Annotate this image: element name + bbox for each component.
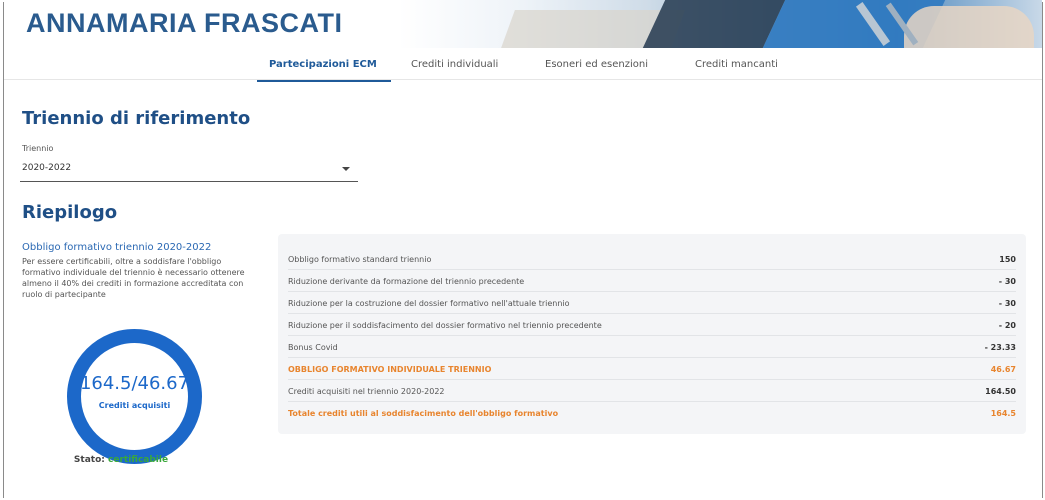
banner-decoration <box>642 0 786 48</box>
summary-row-label: Riduzione per la costruzione del dossier… <box>288 299 570 308</box>
tab-bar: Partecipazioni ECM Crediti individuali E… <box>4 50 1042 82</box>
banner-decoration <box>904 6 1034 48</box>
donut-label: Crediti acquisiti <box>98 401 171 410</box>
summary-row: Riduzione per il soddisfacimento del dos… <box>288 314 1016 336</box>
summary-row-label: Crediti acquisiti nel triennio 2020-2022 <box>288 387 445 396</box>
page-title: ANNAMARIA FRASCATI <box>26 8 343 38</box>
summary-row-value: - 20 <box>998 321 1016 330</box>
riepilogo-section-title: Riepilogo <box>22 202 118 223</box>
summary-row-value: - 30 <box>998 277 1016 286</box>
obbligo-card: Obbligo formativo triennio 2020-2022 Per… <box>22 236 264 468</box>
status-line: Stato: certificabile <box>0 455 242 465</box>
tab-partecipazioni-ecm[interactable]: Partecipazioni ECM <box>257 59 391 82</box>
summary-row-label: Riduzione derivante da formazione del tr… <box>288 277 525 286</box>
tab-crediti-individuali[interactable]: Crediti individuali <box>411 59 498 70</box>
summary-table: Obbligo formativo standard triennio 150 … <box>278 234 1026 434</box>
summary-row-highlight: Totale crediti utili al soddisfacimento … <box>288 402 1016 424</box>
tab-esoneri-esenzioni[interactable]: Esoneri ed esenzioni <box>545 59 648 70</box>
summary-row-label: Riduzione per il soddisfacimento del dos… <box>288 321 602 330</box>
triennio-select[interactable]: 2020-2022 <box>20 156 358 182</box>
summary-row-value: 150 <box>999 255 1016 264</box>
triennio-selected-value: 2020-2022 <box>22 163 72 173</box>
summary-row-label: Totale crediti utili al soddisfacimento … <box>288 409 559 418</box>
triennio-field-label: Triennio <box>22 144 54 153</box>
summary-row: Riduzione derivante da formazione del tr… <box>288 270 1016 292</box>
summary-row-label: OBBLIGO FORMATIVO INDIVIDUALE TRIENNIO <box>288 365 492 374</box>
summary-row-value: - 30 <box>998 299 1016 308</box>
summary-row-label: Bonus Covid <box>288 343 338 352</box>
summary-row-value: 46.67 <box>990 365 1016 374</box>
summary-row-highlight: OBBLIGO FORMATIVO INDIVIDUALE TRIENNIO 4… <box>288 358 1016 380</box>
summary-row: Obbligo formativo standard triennio 150 <box>288 248 1016 270</box>
donut-value: 164.5/46.67 <box>79 373 190 394</box>
summary-row-label: Obbligo formativo standard triennio <box>288 255 432 264</box>
summary-row: Bonus Covid - 23.33 <box>288 336 1016 358</box>
obbligo-title: Obbligo formativo triennio 2020-2022 <box>22 242 212 253</box>
summary-row: Crediti acquisiti nel triennio 2020-2022… <box>288 380 1016 402</box>
summary-row-value: 164.50 <box>985 387 1016 396</box>
summary-row-value: - 23.33 <box>984 343 1016 352</box>
credits-donut: 164.5/46.67 Crediti acquisiti <box>67 329 202 464</box>
header-banner: ANNAMARIA FRASCATI <box>4 0 1042 48</box>
caret-down-icon <box>342 167 350 171</box>
obbligo-description: Per essere certificabili, oltre a soddis… <box>22 257 245 299</box>
status-badge: certificabile <box>108 455 169 465</box>
status-label: Stato: <box>73 455 105 465</box>
summary-row: Riduzione per la costruzione del dossier… <box>288 292 1016 314</box>
tab-crediti-mancanti[interactable]: Crediti mancanti <box>695 59 778 70</box>
summary-row-value: 164.5 <box>990 409 1016 418</box>
triennio-section-title: Triennio di riferimento <box>22 108 251 129</box>
